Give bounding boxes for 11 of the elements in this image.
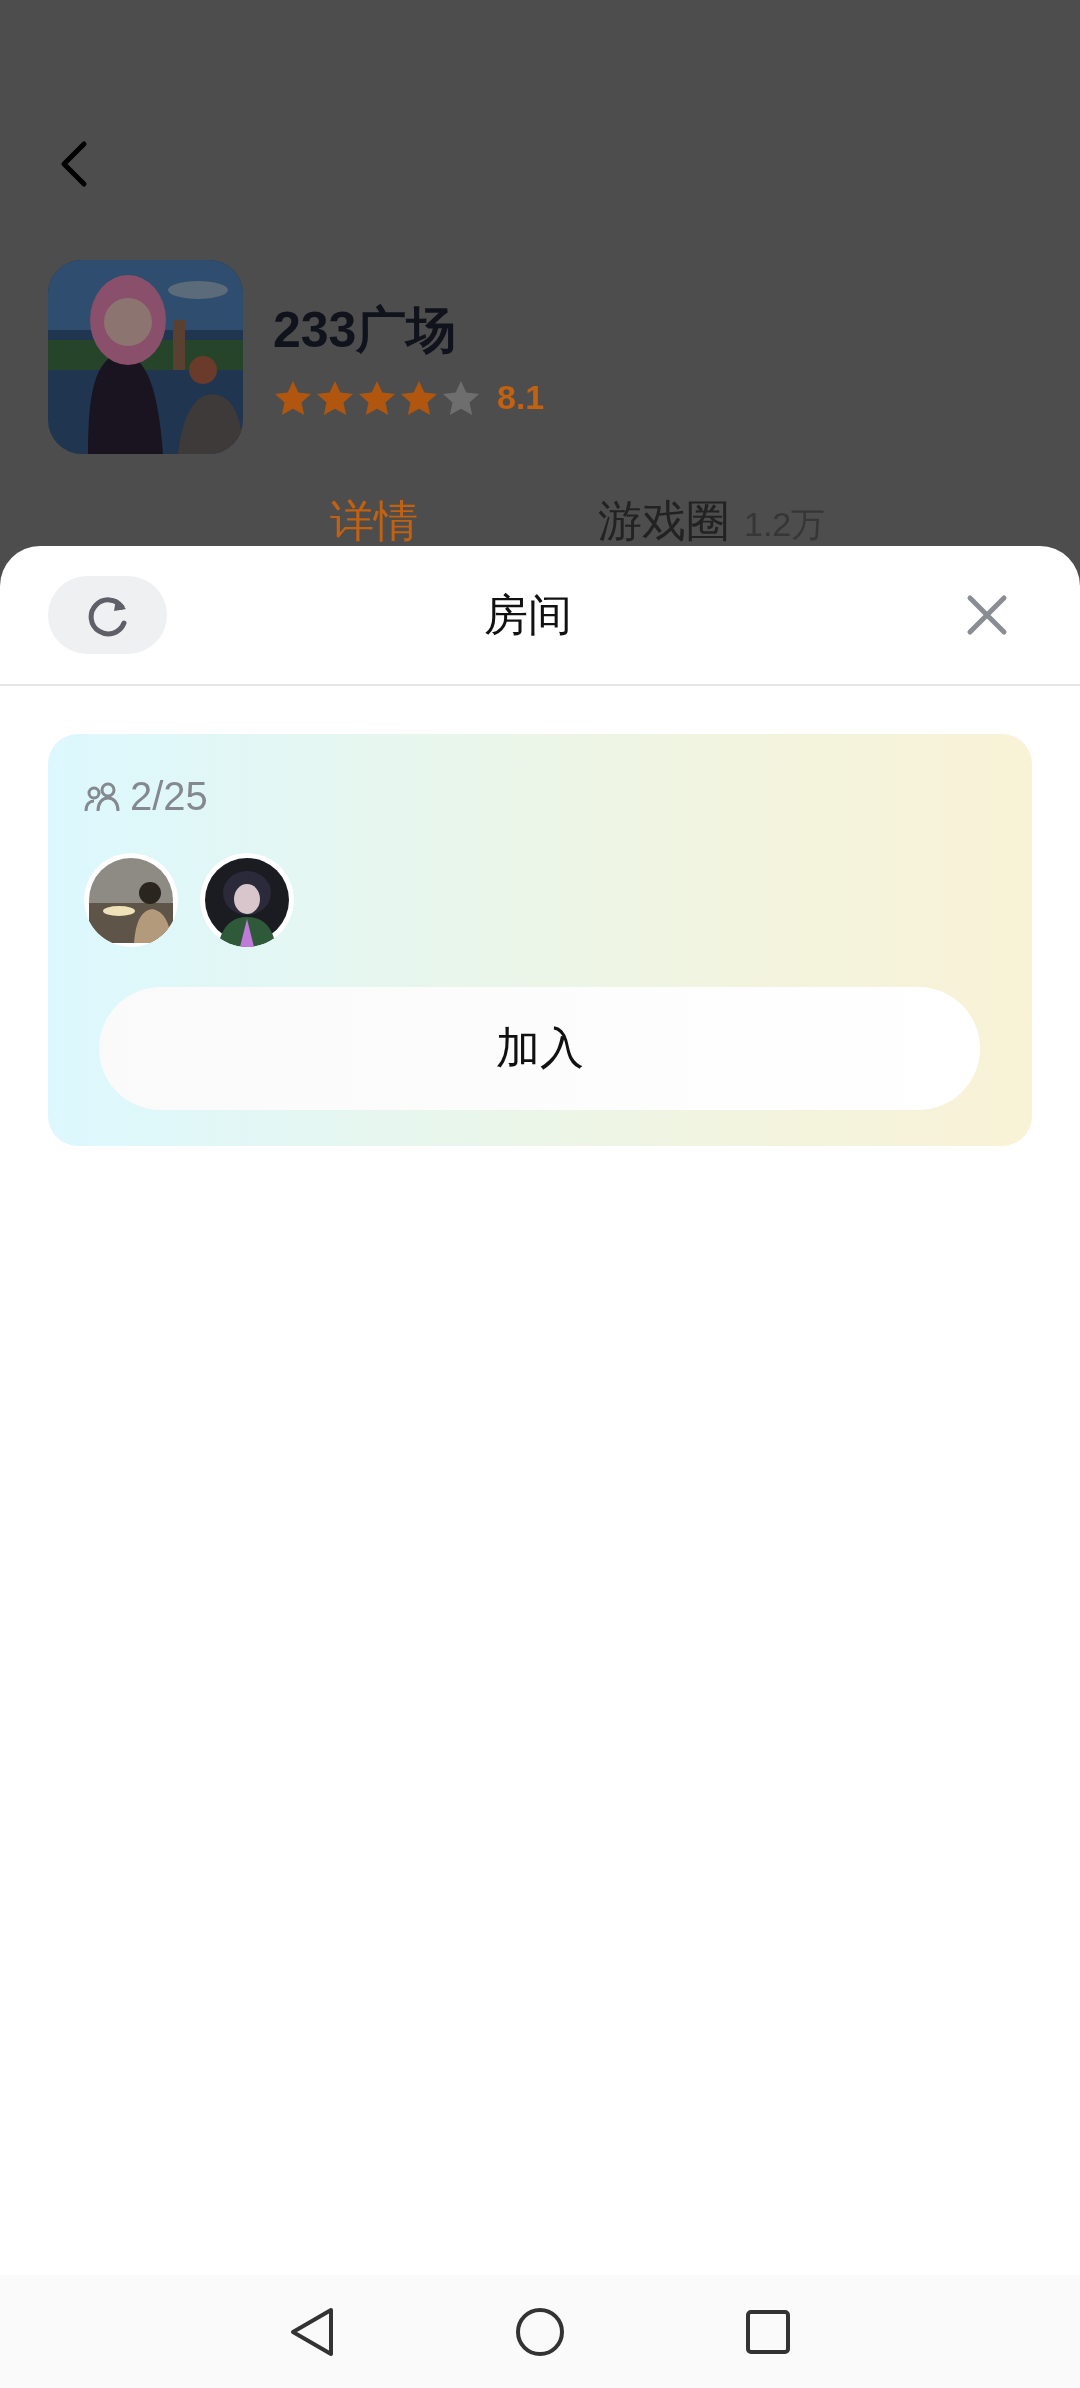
people-icon — [84, 780, 120, 813]
sheet-title: 房间 — [484, 588, 572, 641]
home-icon[interactable] — [515, 2306, 565, 2357]
rating-score: 8.1 — [497, 378, 545, 417]
join-button[interactable]: 加入 — [99, 987, 980, 1110]
member-count: 2/25 — [130, 774, 208, 819]
tab[interactable]: 详情 — [330, 498, 418, 544]
close-icon[interactable] — [966, 594, 1008, 636]
recents-icon[interactable] — [745, 2308, 791, 2355]
back-icon[interactable] — [289, 2305, 335, 2358]
app-title: 233广场 — [273, 301, 458, 360]
